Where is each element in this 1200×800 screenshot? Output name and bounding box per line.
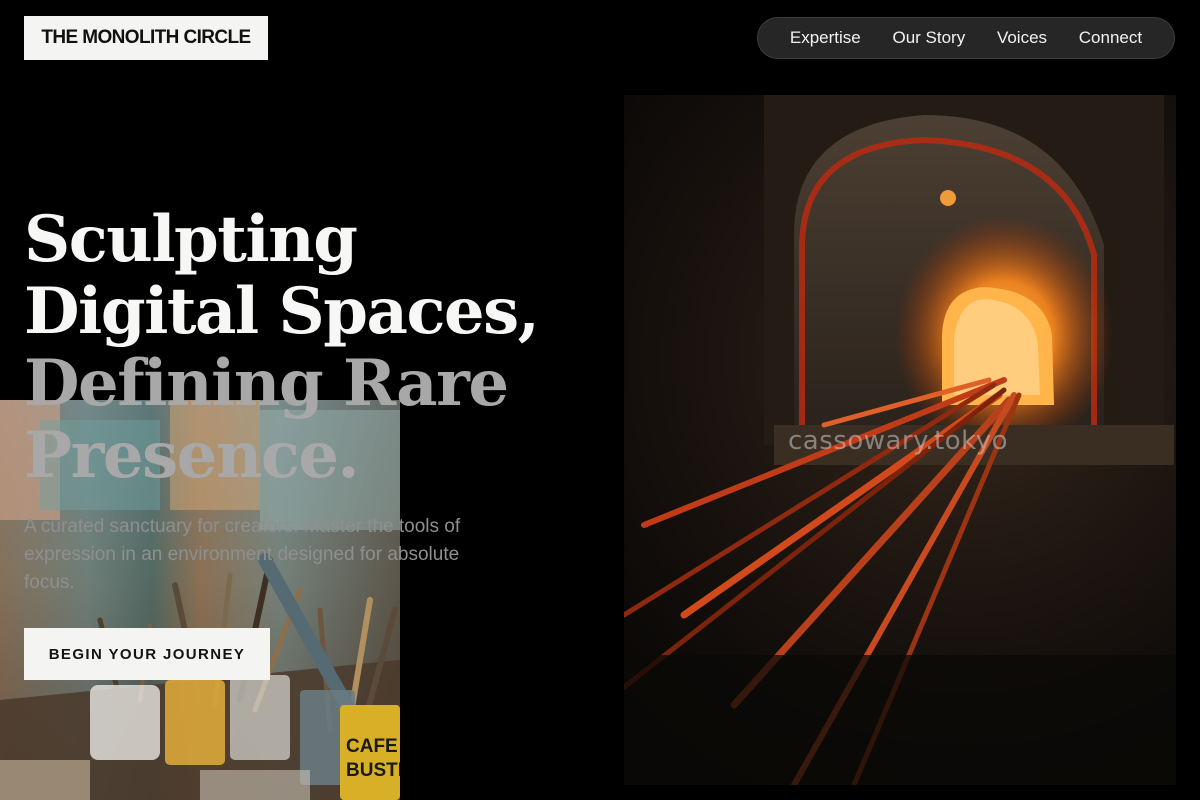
can-label-1: CAFE <box>346 736 398 757</box>
brand-logo[interactable]: THE MONOLITH CIRCLE <box>24 16 268 60</box>
hero-section: Sculpting Digital Spaces, Defining Rare … <box>24 202 540 493</box>
brand-logo-text: THE MONOLITH CIRCLE <box>41 27 251 48</box>
can-label-2: BUSTE <box>346 760 400 781</box>
begin-journey-button[interactable]: BEGIN YOUR JOURNEY <box>24 628 270 680</box>
headline-line-4: Presence. <box>24 418 360 493</box>
main-nav: Expertise Our Story Voices Connect <box>757 17 1175 59</box>
nav-link-voices[interactable]: Voices <box>997 28 1047 48</box>
nav-link-expertise[interactable]: Expertise <box>790 28 861 48</box>
hero-description: A curated sanctuary for creators. Master… <box>24 516 461 593</box>
headline-line-1: Sculpting <box>24 202 358 277</box>
headline-line-2: Digital Spaces, <box>24 274 540 349</box>
kiln-watermark: cassowary.tokyo <box>788 426 1009 456</box>
nav-link-connect[interactable]: Connect <box>1079 28 1142 48</box>
headline-line-3: Defining Rare <box>24 346 509 421</box>
hero-headline: Sculpting Digital Spaces, Defining Rare … <box>24 202 540 493</box>
nav-link-our-story[interactable]: Our Story <box>892 28 965 48</box>
